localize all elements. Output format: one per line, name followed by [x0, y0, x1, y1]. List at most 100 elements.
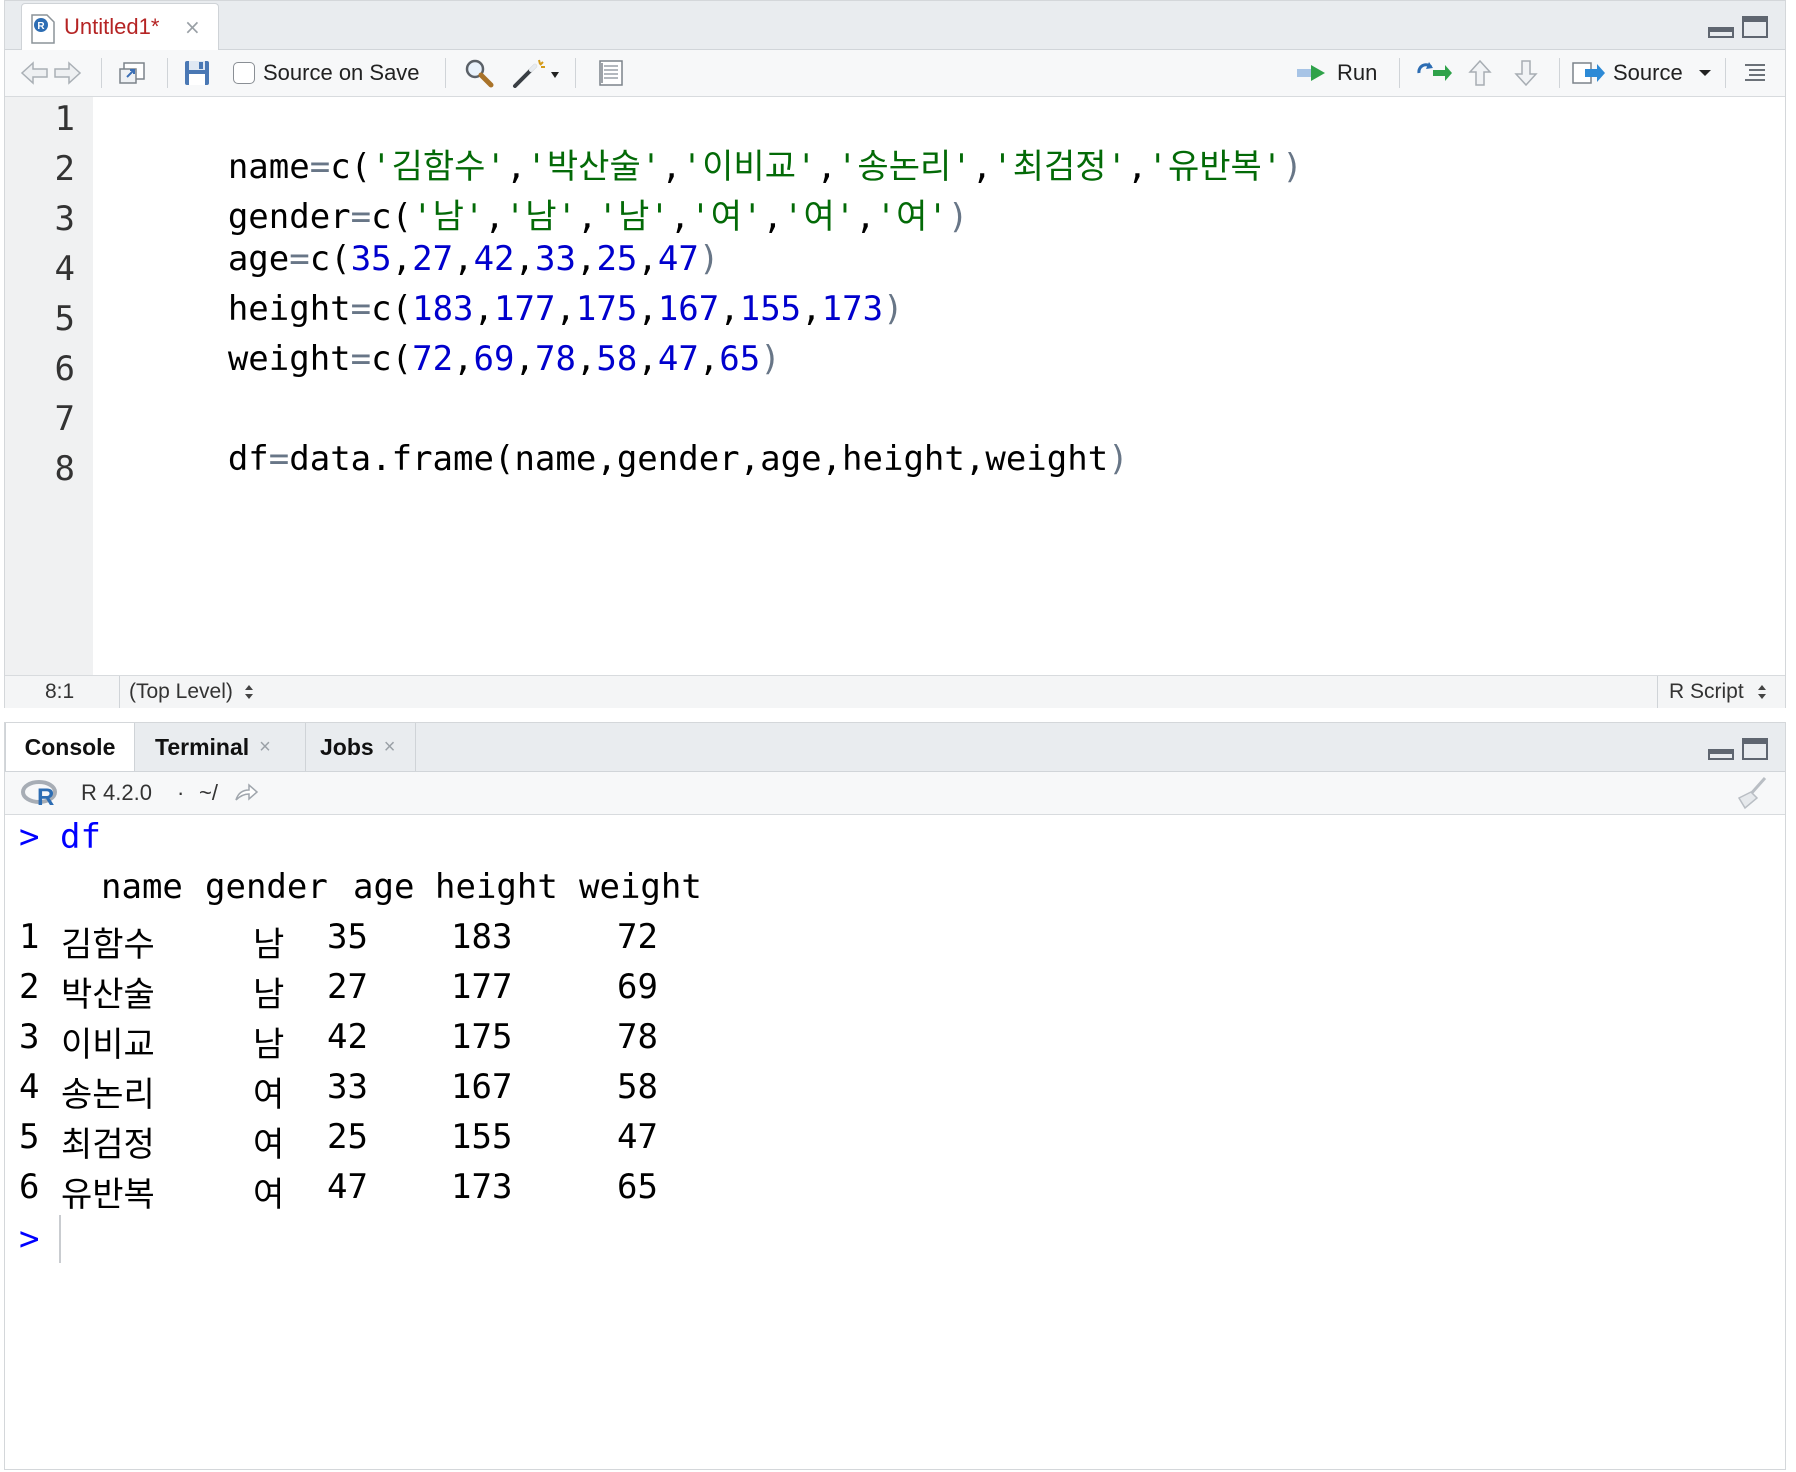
r-file-icon: R — [31, 14, 55, 44]
tab-untitled1[interactable]: R Untitled1* × — [21, 3, 219, 50]
console-input-prompt[interactable]: > — [19, 1219, 39, 1259]
table-header: height — [435, 867, 558, 907]
go-up-icon[interactable] — [1467, 58, 1493, 88]
table-cell-gender: 남 — [253, 975, 285, 1015]
table-cell-name: 김함수 — [61, 925, 155, 965]
scope-selector[interactable]: (Top Level) — [129, 680, 257, 704]
table-cell-age: 27 — [327, 967, 368, 1007]
line-number: 7 — [54, 399, 75, 439]
clear-console-broom-icon[interactable] — [1731, 776, 1771, 810]
table-cell-height: 177 — [451, 967, 513, 1007]
code-line-7: df=data.frame(name,gender,age,height,wei… — [227, 439, 1129, 479]
maximize-icon[interactable] — [1742, 738, 1768, 760]
table-cell-height: 167 — [451, 1067, 513, 1107]
close-icon[interactable]: × — [259, 736, 271, 759]
table-cell-age: 42 — [327, 1017, 368, 1057]
svg-text:R: R — [37, 21, 45, 32]
cursor-position: 8:1 — [45, 680, 75, 703]
table-cell-name: 송논리 — [61, 1075, 155, 1115]
table-row-index: 4 — [19, 1067, 40, 1107]
r-version: R 4.2.0 — [81, 780, 152, 805]
source-label: Source — [1613, 60, 1683, 85]
table-cell-name: 유반복 — [61, 1175, 155, 1215]
line-number-gutter: 1 2 3 4 5 6 7 8 — [5, 97, 93, 675]
rerun-icon[interactable] — [1415, 58, 1453, 88]
outline-icon[interactable] — [1743, 58, 1767, 88]
text-cursor — [59, 1215, 61, 1263]
code-tools-wand-icon[interactable] — [511, 58, 563, 88]
console-tabbar: Console Terminal × Jobs × — [5, 723, 1785, 772]
back-arrow-icon — [20, 61, 48, 85]
show-in-window-icon[interactable] — [117, 58, 147, 88]
table-cell-name: 최검정 — [61, 1125, 155, 1165]
go-down-icon[interactable] — [1513, 58, 1539, 88]
console-window-buttons — [1707, 737, 1771, 767]
working-directory: ~/ — [199, 780, 218, 805]
table-cell-name: 이비교 — [61, 1025, 155, 1065]
table-cell-name: 박산술 — [61, 975, 155, 1015]
table-cell-weight: 47 — [617, 1117, 658, 1157]
updown-chevron-icon — [244, 685, 253, 699]
table-row-index: 1 — [19, 917, 40, 957]
table-row-index: 6 — [19, 1167, 40, 1207]
file-type-label: R Script — [1669, 680, 1744, 703]
table-header: gender — [205, 867, 328, 907]
source-status-bar: 8:1 (Top Level) R Script — [5, 675, 1785, 708]
scope-label: (Top Level) — [129, 680, 233, 703]
run-button[interactable]: Run — [1295, 58, 1377, 88]
file-type-selector[interactable]: R Script — [1669, 680, 1770, 704]
table-cell-age: 33 — [327, 1067, 368, 1107]
line-number: 2 — [54, 149, 75, 189]
console-pane: Console Terminal × Jobs × R R 4.2.0 · ~/ >… — [4, 722, 1786, 1470]
console-output[interactable]: > df name gender age height weight 1 김함수… — [5, 815, 1785, 1469]
save-icon[interactable] — [183, 58, 211, 88]
table-cell-age: 35 — [327, 917, 368, 957]
code-editor[interactable]: name=c('김함수','박산술','이비교','송논리','최검정','유반… — [101, 97, 1761, 675]
tab-jobs[interactable]: Jobs × — [305, 723, 415, 771]
close-icon[interactable]: × — [384, 736, 396, 759]
go-to-directory-icon[interactable] — [233, 782, 259, 804]
table-row-index: 3 — [19, 1017, 40, 1057]
tab-terminal[interactable]: Terminal × — [155, 723, 295, 771]
source-button[interactable]: Source — [1571, 58, 1715, 88]
source-run-icon — [1572, 62, 1605, 84]
maximize-icon[interactable] — [1742, 16, 1768, 38]
table-cell-height: 175 — [451, 1017, 513, 1057]
table-cell-age: 25 — [327, 1117, 368, 1157]
table-cell-gender: 여 — [253, 1125, 285, 1165]
source-on-save-checkbox[interactable] — [233, 62, 255, 84]
updown-chevron-icon — [1757, 685, 1766, 699]
table-cell-height: 173 — [451, 1167, 513, 1207]
line-number: 8 — [54, 449, 75, 489]
minimize-icon[interactable] — [1708, 27, 1734, 38]
svg-text:R: R — [37, 784, 54, 808]
source-pane: R Untitled1* × Source on Save Run Source… — [4, 0, 1786, 708]
table-cell-age: 47 — [327, 1167, 368, 1207]
table-header: name — [101, 867, 183, 907]
back-forward-icons[interactable] — [19, 58, 83, 88]
table-cell-weight: 58 — [617, 1067, 658, 1107]
table-cell-weight: 72 — [617, 917, 658, 957]
tab-close-icon[interactable]: × — [184, 15, 201, 39]
search-icon[interactable] — [463, 58, 495, 88]
table-header: age — [353, 867, 415, 907]
table-header: weight — [579, 867, 702, 907]
forward-arrow-icon — [54, 61, 82, 85]
source-tabbar: R Untitled1* × — [5, 1, 1785, 50]
compile-report-icon[interactable] — [597, 58, 625, 88]
chevron-down-icon — [1698, 70, 1711, 76]
table-cell-gender: 여 — [253, 1175, 285, 1215]
table-row-index: 2 — [19, 967, 40, 1007]
line-number: 6 — [54, 349, 75, 389]
line-number: 5 — [54, 299, 75, 339]
source-on-save-toggle[interactable]: Source on Save — [233, 58, 420, 88]
tab-console[interactable]: Console — [5, 723, 135, 771]
run-arrow-icon — [1297, 65, 1325, 81]
source-on-save-label: Source on Save — [263, 60, 420, 85]
minimize-icon[interactable] — [1708, 749, 1734, 760]
source-toolbar: Source on Save Run Source — [5, 50, 1785, 97]
table-cell-gender: 남 — [253, 925, 285, 965]
source-window-buttons — [1707, 15, 1771, 45]
table-cell-weight: 78 — [617, 1017, 658, 1057]
table-cell-gender: 여 — [253, 1075, 285, 1115]
